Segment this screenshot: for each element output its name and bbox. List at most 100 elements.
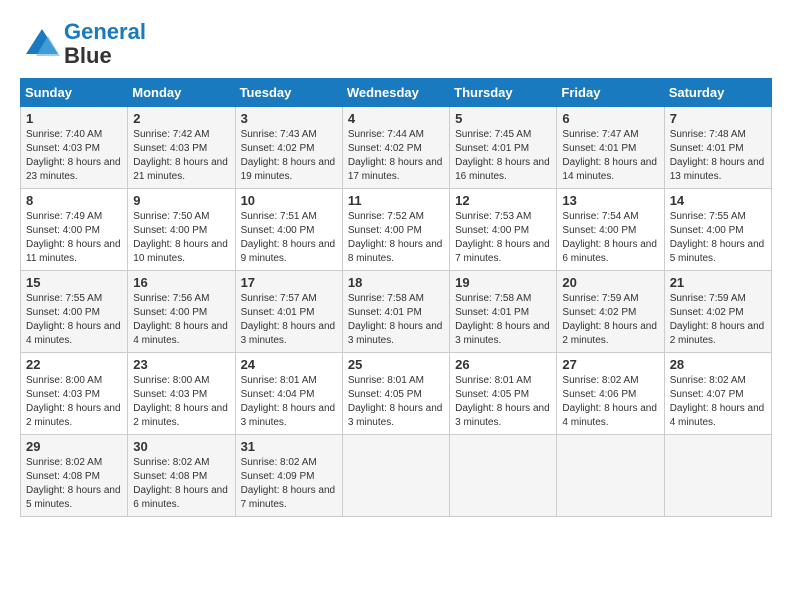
calendar-cell: 22 Sunrise: 8:00 AMSunset: 4:03 PMDaylig… bbox=[21, 353, 128, 435]
day-info: Sunrise: 7:53 AMSunset: 4:00 PMDaylight:… bbox=[455, 211, 550, 264]
day-number: 2 bbox=[133, 111, 229, 126]
calendar-cell: 13 Sunrise: 7:54 AMSunset: 4:00 PMDaylig… bbox=[557, 189, 664, 271]
day-number: 30 bbox=[133, 439, 229, 454]
calendar-cell: 31 Sunrise: 8:02 AMSunset: 4:09 PMDaylig… bbox=[235, 435, 342, 517]
day-info: Sunrise: 7:49 AMSunset: 4:00 PMDaylight:… bbox=[26, 211, 121, 264]
calendar-cell: 1 Sunrise: 7:40 AMSunset: 4:03 PMDayligh… bbox=[21, 107, 128, 189]
day-number: 17 bbox=[241, 275, 337, 290]
day-info: Sunrise: 8:01 AMSunset: 4:04 PMDaylight:… bbox=[241, 375, 336, 428]
day-number: 27 bbox=[562, 357, 658, 372]
day-info: Sunrise: 7:51 AMSunset: 4:00 PMDaylight:… bbox=[241, 211, 336, 264]
day-info: Sunrise: 8:02 AMSunset: 4:08 PMDaylight:… bbox=[133, 457, 228, 510]
calendar-cell: 18 Sunrise: 7:58 AMSunset: 4:01 PMDaylig… bbox=[342, 271, 449, 353]
logo-icon bbox=[20, 24, 60, 64]
calendar-cell: 9 Sunrise: 7:50 AMSunset: 4:00 PMDayligh… bbox=[128, 189, 235, 271]
calendar-cell: 10 Sunrise: 7:51 AMSunset: 4:00 PMDaylig… bbox=[235, 189, 342, 271]
day-info: Sunrise: 7:59 AMSunset: 4:02 PMDaylight:… bbox=[670, 293, 765, 346]
day-number: 3 bbox=[241, 111, 337, 126]
day-info: Sunrise: 7:58 AMSunset: 4:01 PMDaylight:… bbox=[348, 293, 443, 346]
day-number: 22 bbox=[26, 357, 122, 372]
calendar-cell: 23 Sunrise: 8:00 AMSunset: 4:03 PMDaylig… bbox=[128, 353, 235, 435]
day-number: 14 bbox=[670, 193, 766, 208]
calendar-cell: 16 Sunrise: 7:56 AMSunset: 4:00 PMDaylig… bbox=[128, 271, 235, 353]
day-number: 8 bbox=[26, 193, 122, 208]
day-info: Sunrise: 7:56 AMSunset: 4:00 PMDaylight:… bbox=[133, 293, 228, 346]
day-info: Sunrise: 7:52 AMSunset: 4:00 PMDaylight:… bbox=[348, 211, 443, 264]
day-info: Sunrise: 7:50 AMSunset: 4:00 PMDaylight:… bbox=[133, 211, 228, 264]
day-info: Sunrise: 8:02 AMSunset: 4:06 PMDaylight:… bbox=[562, 375, 657, 428]
day-header-monday: Monday bbox=[128, 79, 235, 107]
day-number: 24 bbox=[241, 357, 337, 372]
day-number: 9 bbox=[133, 193, 229, 208]
day-number: 23 bbox=[133, 357, 229, 372]
calendar-cell bbox=[450, 435, 557, 517]
day-header-friday: Friday bbox=[557, 79, 664, 107]
calendar-cell: 12 Sunrise: 7:53 AMSunset: 4:00 PMDaylig… bbox=[450, 189, 557, 271]
calendar-cell bbox=[342, 435, 449, 517]
day-number: 18 bbox=[348, 275, 444, 290]
day-number: 4 bbox=[348, 111, 444, 126]
day-info: Sunrise: 8:01 AMSunset: 4:05 PMDaylight:… bbox=[455, 375, 550, 428]
day-number: 31 bbox=[241, 439, 337, 454]
day-info: Sunrise: 7:57 AMSunset: 4:01 PMDaylight:… bbox=[241, 293, 336, 346]
day-header-wednesday: Wednesday bbox=[342, 79, 449, 107]
day-info: Sunrise: 7:45 AMSunset: 4:01 PMDaylight:… bbox=[455, 129, 550, 182]
day-number: 26 bbox=[455, 357, 551, 372]
calendar-cell: 17 Sunrise: 7:57 AMSunset: 4:01 PMDaylig… bbox=[235, 271, 342, 353]
day-info: Sunrise: 7:47 AMSunset: 4:01 PMDaylight:… bbox=[562, 129, 657, 182]
calendar-cell: 30 Sunrise: 8:02 AMSunset: 4:08 PMDaylig… bbox=[128, 435, 235, 517]
logo: GeneralBlue bbox=[20, 20, 146, 68]
calendar-cell: 15 Sunrise: 7:55 AMSunset: 4:00 PMDaylig… bbox=[21, 271, 128, 353]
day-header-tuesday: Tuesday bbox=[235, 79, 342, 107]
day-number: 12 bbox=[455, 193, 551, 208]
day-info: Sunrise: 7:55 AMSunset: 4:00 PMDaylight:… bbox=[26, 293, 121, 346]
day-info: Sunrise: 8:00 AMSunset: 4:03 PMDaylight:… bbox=[133, 375, 228, 428]
day-number: 21 bbox=[670, 275, 766, 290]
day-number: 6 bbox=[562, 111, 658, 126]
calendar-cell: 24 Sunrise: 8:01 AMSunset: 4:04 PMDaylig… bbox=[235, 353, 342, 435]
day-info: Sunrise: 7:44 AMSunset: 4:02 PMDaylight:… bbox=[348, 129, 443, 182]
calendar-cell bbox=[557, 435, 664, 517]
day-info: Sunrise: 8:02 AMSunset: 4:09 PMDaylight:… bbox=[241, 457, 336, 510]
day-info: Sunrise: 7:48 AMSunset: 4:01 PMDaylight:… bbox=[670, 129, 765, 182]
day-info: Sunrise: 7:55 AMSunset: 4:00 PMDaylight:… bbox=[670, 211, 765, 264]
day-number: 1 bbox=[26, 111, 122, 126]
calendar-cell: 7 Sunrise: 7:48 AMSunset: 4:01 PMDayligh… bbox=[664, 107, 771, 189]
day-number: 5 bbox=[455, 111, 551, 126]
calendar-cell: 21 Sunrise: 7:59 AMSunset: 4:02 PMDaylig… bbox=[664, 271, 771, 353]
calendar-cell: 4 Sunrise: 7:44 AMSunset: 4:02 PMDayligh… bbox=[342, 107, 449, 189]
calendar-cell bbox=[664, 435, 771, 517]
day-info: Sunrise: 8:01 AMSunset: 4:05 PMDaylight:… bbox=[348, 375, 443, 428]
calendar-table: SundayMondayTuesdayWednesdayThursdayFrid… bbox=[20, 78, 772, 517]
day-info: Sunrise: 7:43 AMSunset: 4:02 PMDaylight:… bbox=[241, 129, 336, 182]
day-number: 16 bbox=[133, 275, 229, 290]
calendar-cell: 28 Sunrise: 8:02 AMSunset: 4:07 PMDaylig… bbox=[664, 353, 771, 435]
calendar-cell: 25 Sunrise: 8:01 AMSunset: 4:05 PMDaylig… bbox=[342, 353, 449, 435]
calendar-cell: 29 Sunrise: 8:02 AMSunset: 4:08 PMDaylig… bbox=[21, 435, 128, 517]
logo-text: GeneralBlue bbox=[64, 20, 146, 68]
day-header-sunday: Sunday bbox=[21, 79, 128, 107]
calendar-cell: 11 Sunrise: 7:52 AMSunset: 4:00 PMDaylig… bbox=[342, 189, 449, 271]
calendar-cell: 2 Sunrise: 7:42 AMSunset: 4:03 PMDayligh… bbox=[128, 107, 235, 189]
day-info: Sunrise: 7:40 AMSunset: 4:03 PMDaylight:… bbox=[26, 129, 121, 182]
calendar-cell: 20 Sunrise: 7:59 AMSunset: 4:02 PMDaylig… bbox=[557, 271, 664, 353]
calendar-cell: 19 Sunrise: 7:58 AMSunset: 4:01 PMDaylig… bbox=[450, 271, 557, 353]
day-number: 25 bbox=[348, 357, 444, 372]
day-number: 7 bbox=[670, 111, 766, 126]
calendar-cell: 27 Sunrise: 8:02 AMSunset: 4:06 PMDaylig… bbox=[557, 353, 664, 435]
day-number: 15 bbox=[26, 275, 122, 290]
calendar-cell: 8 Sunrise: 7:49 AMSunset: 4:00 PMDayligh… bbox=[21, 189, 128, 271]
calendar-cell: 3 Sunrise: 7:43 AMSunset: 4:02 PMDayligh… bbox=[235, 107, 342, 189]
day-number: 20 bbox=[562, 275, 658, 290]
day-info: Sunrise: 7:54 AMSunset: 4:00 PMDaylight:… bbox=[562, 211, 657, 264]
day-header-saturday: Saturday bbox=[664, 79, 771, 107]
page-header: GeneralBlue bbox=[20, 20, 772, 68]
calendar-cell: 6 Sunrise: 7:47 AMSunset: 4:01 PMDayligh… bbox=[557, 107, 664, 189]
day-info: Sunrise: 8:02 AMSunset: 4:07 PMDaylight:… bbox=[670, 375, 765, 428]
day-number: 11 bbox=[348, 193, 444, 208]
day-header-thursday: Thursday bbox=[450, 79, 557, 107]
day-number: 28 bbox=[670, 357, 766, 372]
day-info: Sunrise: 8:00 AMSunset: 4:03 PMDaylight:… bbox=[26, 375, 121, 428]
day-number: 29 bbox=[26, 439, 122, 454]
day-info: Sunrise: 7:59 AMSunset: 4:02 PMDaylight:… bbox=[562, 293, 657, 346]
